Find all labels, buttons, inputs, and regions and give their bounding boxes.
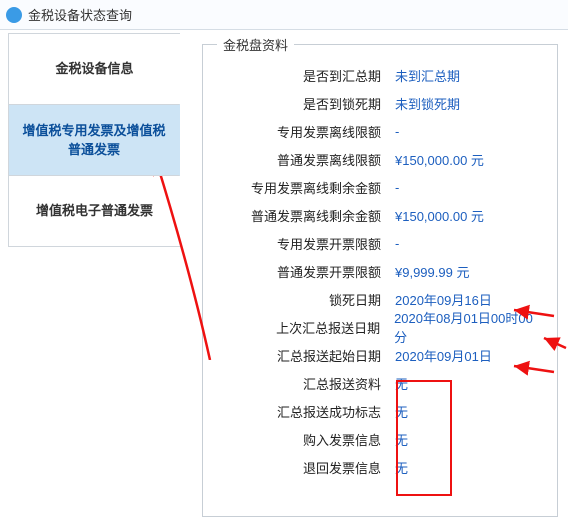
row-lock-period: 是否到锁死期未到锁死期: [215, 89, 545, 117]
field-value: 2020年08月01日00时00分: [394, 308, 545, 346]
field-value: ¥150,000.00 元: [395, 150, 484, 169]
row-summary-period: 是否到汇总期未到汇总期: [215, 61, 545, 89]
field-value: 2020年09月01日: [395, 346, 492, 365]
content-area: 金税盘资料 是否到汇总期未到汇总期 是否到锁死期未到锁死期 专用发票离线限额- …: [180, 30, 568, 517]
app-icon: [6, 7, 22, 23]
field-value: 未到汇总期: [395, 66, 460, 85]
main-container: 金税设备信息 增值税专用发票及增值税普通发票 增值税电子普通发票 金税盘资料 是…: [0, 30, 568, 517]
field-label: 普通发票开票限额: [215, 262, 395, 281]
sidebar-item-vat-invoice[interactable]: 增值税专用发票及增值税普通发票: [8, 104, 180, 176]
golden-tax-panel: 金税盘资料 是否到汇总期未到汇总期 是否到锁死期未到锁死期 专用发票离线限额- …: [202, 44, 558, 517]
field-label: 汇总报送资料: [215, 374, 395, 393]
field-label: 汇总报送成功标志: [215, 402, 395, 421]
field-value: 2020年09月16日: [395, 290, 492, 309]
row-last-report-date: 上次汇总报送日期2020年08月01日00时00分: [215, 313, 545, 341]
field-value: -: [395, 236, 399, 251]
field-label: 上次汇总报送日期: [215, 318, 394, 337]
window-titlebar: 金税设备状态查询: [0, 0, 568, 30]
row-general-offline-limit: 普通发票离线限额¥150,000.00 元: [215, 145, 545, 173]
field-value: ¥150,000.00 元: [395, 206, 484, 225]
row-special-offline-limit: 专用发票离线限额-: [215, 117, 545, 145]
sidebar-item-label: 增值税电子普通发票: [36, 201, 153, 221]
field-value: 未到锁死期: [395, 94, 460, 113]
field-label: 是否到汇总期: [215, 66, 395, 85]
row-special-offline-remain: 专用发票离线剩余金额-: [215, 173, 545, 201]
panel-legend: 金税盘资料: [217, 35, 294, 54]
field-label: 普通发票离线剩余金额: [215, 206, 395, 225]
row-purchase-invoice: 购入发票信息无: [215, 425, 545, 453]
field-value: -: [395, 124, 399, 139]
sidebar-item-device-info[interactable]: 金税设备信息: [8, 33, 180, 105]
window-title: 金税设备状态查询: [28, 5, 132, 24]
field-label: 专用发票离线剩余金额: [215, 178, 395, 197]
field-label: 普通发票离线限额: [215, 150, 395, 169]
field-label: 汇总报送起始日期: [215, 346, 395, 365]
field-value: 无: [395, 458, 408, 477]
sidebar-item-label: 增值税专用发票及增值税普通发票: [19, 121, 169, 160]
row-return-invoice: 退回发票信息无: [215, 453, 545, 481]
field-value: ¥9,999.99 元: [395, 262, 469, 281]
sidebar: 金税设备信息 增值税专用发票及增值税普通发票 增值税电子普通发票: [0, 30, 180, 517]
row-special-issue-limit: 专用发票开票限额-: [215, 229, 545, 257]
field-label: 专用发票开票限额: [215, 234, 395, 253]
row-report-success: 汇总报送成功标志无: [215, 397, 545, 425]
field-label: 购入发票信息: [215, 430, 395, 449]
row-report-data: 汇总报送资料无: [215, 369, 545, 397]
field-label: 是否到锁死期: [215, 94, 395, 113]
field-label: 专用发票离线限额: [215, 122, 395, 141]
field-label: 锁死日期: [215, 290, 395, 309]
sidebar-item-label: 金税设备信息: [55, 59, 133, 79]
field-value: -: [395, 180, 399, 195]
row-general-offline-remain: 普通发票离线剩余金额¥150,000.00 元: [215, 201, 545, 229]
sidebar-item-e-invoice[interactable]: 增值税电子普通发票: [8, 175, 180, 247]
row-general-issue-limit: 普通发票开票限额¥9,999.99 元: [215, 257, 545, 285]
field-value: 无: [395, 374, 408, 393]
field-value: 无: [395, 430, 408, 449]
field-label: 退回发票信息: [215, 458, 395, 477]
field-value: 无: [395, 402, 408, 421]
